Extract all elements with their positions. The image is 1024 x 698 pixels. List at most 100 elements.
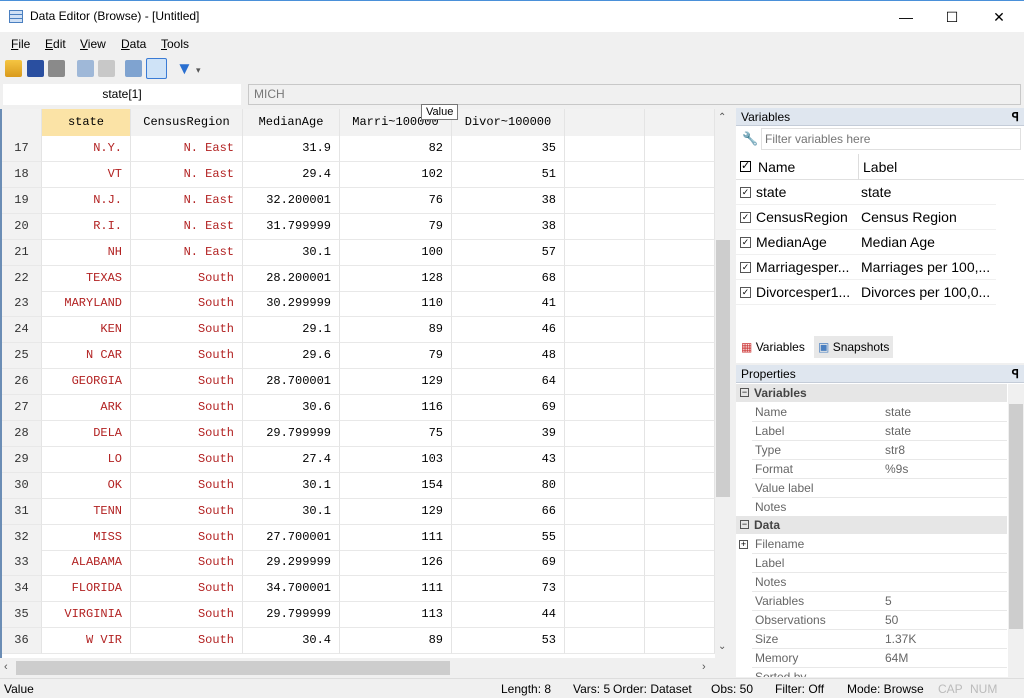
- grid-cell[interactable]: 102: [340, 161, 452, 188]
- grid-cell-empty[interactable]: [565, 265, 645, 292]
- grid-cell[interactable]: 38: [452, 213, 565, 240]
- horizontal-scrollbar[interactable]: ‹ ›: [2, 660, 715, 676]
- variable-checkbox[interactable]: ✓: [740, 287, 751, 298]
- grid-cell[interactable]: R.I.: [42, 213, 131, 240]
- tab-variables[interactable]: ▦ Variables: [736, 336, 812, 358]
- grid-cell[interactable]: 55: [452, 524, 565, 551]
- grid-cell[interactable]: N. East: [131, 239, 243, 266]
- grid-cell[interactable]: VT: [42, 161, 131, 188]
- grid-cell[interactable]: 35: [452, 136, 565, 162]
- grid-cell[interactable]: 113: [340, 602, 452, 629]
- filter-icon[interactable]: ▼: [176, 60, 193, 77]
- grid-cell[interactable]: South: [131, 628, 243, 655]
- column-name[interactable]: Name: [758, 154, 795, 180]
- grid-cell[interactable]: South: [131, 524, 243, 551]
- grid-cell[interactable]: N. East: [131, 136, 243, 162]
- wrench-icon[interactable]: 🔧: [742, 131, 758, 147]
- column-header-1[interactable]: state: [42, 109, 131, 136]
- grid-cell-empty[interactable]: [565, 550, 645, 577]
- grid-cell[interactable]: 57: [452, 239, 565, 266]
- grid-cell[interactable]: N. East: [131, 213, 243, 240]
- grid-cell[interactable]: 30.299999: [243, 291, 340, 318]
- grid-cell[interactable]: 48: [452, 343, 565, 370]
- grid-cell[interactable]: W VIR: [42, 628, 131, 655]
- grid-cell[interactable]: 31.9: [243, 136, 340, 162]
- grid-cell[interactable]: OK: [42, 472, 131, 499]
- grid-cell[interactable]: 66: [452, 498, 565, 525]
- grid-cell[interactable]: 68: [452, 265, 565, 292]
- grid-cell[interactable]: N.J.: [42, 187, 131, 214]
- grid-cell[interactable]: 75: [340, 420, 452, 447]
- print-icon[interactable]: [48, 60, 65, 77]
- grid-cell-empty[interactable]: [565, 420, 645, 447]
- variable-row[interactable]: ✓ Divorcesper1... Divorces per 100,0...: [736, 280, 996, 305]
- grid-cell[interactable]: 128: [340, 265, 452, 292]
- variable-checkbox[interactable]: ✓: [740, 187, 751, 198]
- grid-cell[interactable]: South: [131, 317, 243, 344]
- horizontal-scroll-thumb[interactable]: [16, 661, 450, 675]
- grid-cell[interactable]: 38: [452, 187, 565, 214]
- pin-icon[interactable]: ꟼ: [1012, 108, 1019, 126]
- grid-cell[interactable]: 29.6: [243, 343, 340, 370]
- grid-cell-empty[interactable]: [565, 524, 645, 551]
- paste-icon[interactable]: [98, 60, 115, 77]
- grid-cell[interactable]: 154: [340, 472, 452, 499]
- grid-cell-empty[interactable]: [645, 576, 715, 603]
- open-icon[interactable]: [5, 60, 22, 77]
- grid-cell-empty[interactable]: [645, 291, 715, 318]
- variable-checkbox[interactable]: ✓: [740, 212, 751, 223]
- grid-cell[interactable]: FLORIDA: [42, 576, 131, 603]
- grid-cell[interactable]: ARK: [42, 395, 131, 421]
- grid-cell-empty[interactable]: [645, 472, 715, 499]
- vertical-scroll-thumb[interactable]: [716, 240, 730, 497]
- minimize-button[interactable]: —: [883, 1, 929, 33]
- grid-cell[interactable]: 31.799999: [243, 213, 340, 240]
- grid-cell[interactable]: TENN: [42, 498, 131, 525]
- column-header-5[interactable]: Divor~100000: [452, 109, 565, 136]
- grid-cell-empty[interactable]: [565, 602, 645, 629]
- grid-cell-empty[interactable]: [565, 291, 645, 318]
- grid-cell[interactable]: 103: [340, 446, 452, 473]
- variable-row[interactable]: ✓ state state: [736, 180, 996, 205]
- grid-cell-empty[interactable]: [565, 498, 645, 525]
- copy-icon[interactable]: [77, 60, 94, 77]
- grid-cell[interactable]: 116: [340, 395, 452, 421]
- dropdown-icon[interactable]: ▾: [196, 65, 213, 82]
- section-variables[interactable]: − Variables: [736, 384, 1007, 402]
- grid-cell[interactable]: South: [131, 420, 243, 447]
- grid-cell-empty[interactable]: [645, 446, 715, 473]
- grid-cell-empty[interactable]: [565, 239, 645, 266]
- grid-cell[interactable]: 29.299999: [243, 550, 340, 577]
- grid-cell[interactable]: N CAR: [42, 343, 131, 370]
- grid-cell[interactable]: South: [131, 446, 243, 473]
- browse-icon[interactable]: [146, 58, 167, 79]
- grid-cell-empty[interactable]: [565, 213, 645, 240]
- grid-cell-empty[interactable]: [565, 446, 645, 473]
- grid-cell[interactable]: 27.700001: [243, 524, 340, 551]
- grid-cell[interactable]: MISS: [42, 524, 131, 551]
- grid-cell-empty[interactable]: [565, 187, 645, 214]
- grid-cell-empty[interactable]: [645, 187, 715, 214]
- grid-cell[interactable]: 89: [340, 317, 452, 344]
- grid-cell[interactable]: N.Y.: [42, 136, 131, 162]
- grid-cell[interactable]: 30.6: [243, 395, 340, 421]
- grid-cell[interactable]: South: [131, 472, 243, 499]
- grid-cell[interactable]: 79: [340, 213, 452, 240]
- grid-cell[interactable]: 30.1: [243, 472, 340, 499]
- grid-cell[interactable]: South: [131, 291, 243, 318]
- grid-cell[interactable]: 39: [452, 420, 565, 447]
- grid-cell[interactable]: 29.799999: [243, 420, 340, 447]
- tab-snapshots[interactable]: ▣ Snapshots: [814, 336, 894, 358]
- grid-cell-empty[interactable]: [565, 576, 645, 603]
- scroll-left-icon[interactable]: ‹: [4, 661, 8, 673]
- vertical-scrollbar[interactable]: ⌃ ⌄: [715, 109, 731, 658]
- cell-value-input[interactable]: MICH: [248, 84, 1021, 105]
- grid-cell-empty[interactable]: [645, 239, 715, 266]
- grid-cell-empty[interactable]: [645, 498, 715, 525]
- filter-variables-input[interactable]: [761, 128, 1021, 150]
- grid-cell-empty[interactable]: [565, 369, 645, 396]
- data-grid[interactable]: state CensusRegion MedianAge Marri~100000 Di…: [0, 109, 715, 658]
- grid-cell[interactable]: 28.700001: [243, 369, 340, 396]
- grid-cell[interactable]: 29.1: [243, 317, 340, 344]
- grid-cell[interactable]: 53: [452, 628, 565, 655]
